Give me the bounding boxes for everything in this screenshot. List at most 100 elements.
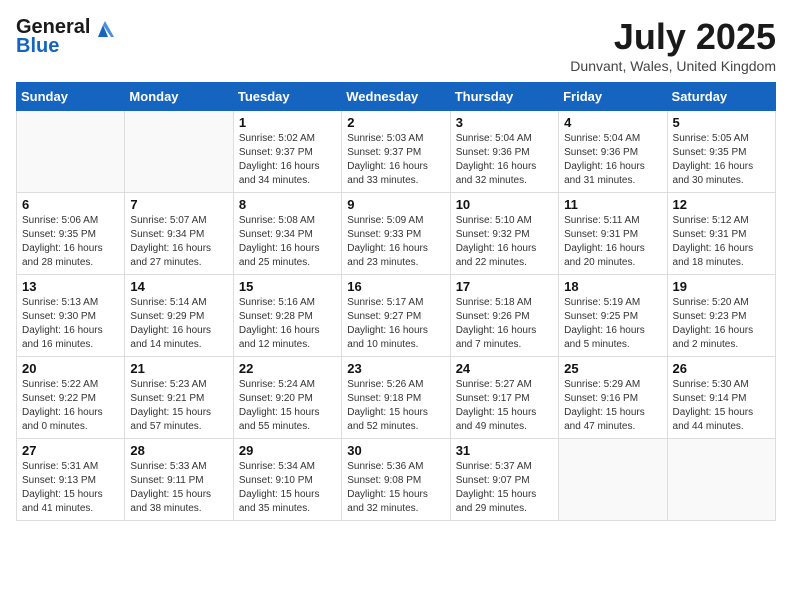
day-number: 23	[347, 361, 444, 376]
day-number: 10	[456, 197, 553, 212]
day-info: Sunrise: 5:20 AM Sunset: 9:23 PM Dayligh…	[673, 296, 770, 352]
calendar-cell: 10 Sunrise: 5:10 AM Sunset: 9:32 PM Dayli…	[450, 193, 558, 275]
day-number: 28	[130, 443, 227, 458]
calendar-cell: 16 Sunrise: 5:17 AM Sunset: 9:27 PM Dayli…	[342, 275, 450, 357]
calendar-cell: 25 Sunrise: 5:29 AM Sunset: 9:16 PM Dayli…	[559, 357, 667, 439]
calendar-cell	[559, 439, 667, 521]
day-info: Sunrise: 5:31 AM Sunset: 9:13 PM Dayligh…	[22, 460, 119, 516]
day-info: Sunrise: 5:27 AM Sunset: 9:17 PM Dayligh…	[456, 378, 553, 434]
logo: General Blue	[16, 16, 114, 58]
calendar-header-wednesday: Wednesday	[342, 83, 450, 111]
day-number: 16	[347, 279, 444, 294]
calendar-cell: 23 Sunrise: 5:26 AM Sunset: 9:18 PM Dayli…	[342, 357, 450, 439]
calendar-cell: 26 Sunrise: 5:30 AM Sunset: 9:14 PM Dayli…	[667, 357, 775, 439]
calendar-cell: 18 Sunrise: 5:19 AM Sunset: 9:25 PM Dayli…	[559, 275, 667, 357]
calendar-header-monday: Monday	[125, 83, 233, 111]
calendar-cell: 31Sunrise: 5:37 AM Sunset: 9:07 PM Dayli…	[450, 439, 558, 521]
day-info: Sunrise: 5:05 AM Sunset: 9:35 PM Dayligh…	[673, 132, 770, 188]
day-number: 22	[239, 361, 336, 376]
calendar-week-5: 27 Sunrise: 5:31 AM Sunset: 9:13 PM Dayli…	[17, 439, 776, 521]
calendar-cell	[125, 111, 233, 193]
day-number: 19	[673, 279, 770, 294]
calendar-cell: 30 Sunrise: 5:36 AM Sunset: 9:08 PM Dayli…	[342, 439, 450, 521]
day-info: Sunrise: 5:10 AM Sunset: 9:32 PM Dayligh…	[456, 214, 553, 270]
day-number: 30	[347, 443, 444, 458]
calendar-cell: 29 Sunrise: 5:34 AM Sunset: 9:10 PM Dayli…	[233, 439, 341, 521]
day-info: Sunrise: 5:09 AM Sunset: 9:33 PM Dayligh…	[347, 214, 444, 270]
day-info: Sunrise: 5:33 AM Sunset: 9:11 PM Dayligh…	[130, 460, 227, 516]
day-info: Sunrise: 5:30 AM Sunset: 9:14 PM Dayligh…	[673, 378, 770, 434]
day-info: Sunrise: 5:12 AM Sunset: 9:31 PM Dayligh…	[673, 214, 770, 270]
day-number: 27	[22, 443, 119, 458]
logo-blue-text: Blue	[16, 35, 59, 58]
calendar-cell: 11Sunrise: 5:11 AM Sunset: 9:31 PM Dayli…	[559, 193, 667, 275]
day-number: 7	[130, 197, 227, 212]
day-number: 5	[673, 115, 770, 130]
day-info: Sunrise: 5:16 AM Sunset: 9:28 PM Dayligh…	[239, 296, 336, 352]
day-info: Sunrise: 5:03 AM Sunset: 9:37 PM Dayligh…	[347, 132, 444, 188]
calendar-week-2: 6Sunrise: 5:06 AM Sunset: 9:35 PM Daylig…	[17, 193, 776, 275]
calendar-cell: 4 Sunrise: 5:04 AM Sunset: 9:36 PM Daylig…	[559, 111, 667, 193]
day-number: 2	[347, 115, 444, 130]
calendar-cell: 8 Sunrise: 5:08 AM Sunset: 9:34 PM Daylig…	[233, 193, 341, 275]
day-number: 4	[564, 115, 661, 130]
calendar-header-thursday: Thursday	[450, 83, 558, 111]
day-info: Sunrise: 5:26 AM Sunset: 9:18 PM Dayligh…	[347, 378, 444, 434]
calendar-cell	[667, 439, 775, 521]
calendar-header-friday: Friday	[559, 83, 667, 111]
day-number: 6	[22, 197, 119, 212]
day-info: Sunrise: 5:37 AM Sunset: 9:07 PM Dayligh…	[456, 460, 553, 516]
calendar-cell: 12Sunrise: 5:12 AM Sunset: 9:31 PM Dayli…	[667, 193, 775, 275]
calendar-cell: 7 Sunrise: 5:07 AM Sunset: 9:34 PM Daylig…	[125, 193, 233, 275]
title-block: July 2025 Dunvant, Wales, United Kingdom	[570, 16, 776, 74]
day-info: Sunrise: 5:36 AM Sunset: 9:08 PM Dayligh…	[347, 460, 444, 516]
calendar-cell: 1Sunrise: 5:02 AM Sunset: 9:37 PM Daylig…	[233, 111, 341, 193]
calendar-cell: 19 Sunrise: 5:20 AM Sunset: 9:23 PM Dayli…	[667, 275, 775, 357]
day-number: 21	[130, 361, 227, 376]
day-number: 18	[564, 279, 661, 294]
day-info: Sunrise: 5:04 AM Sunset: 9:36 PM Dayligh…	[456, 132, 553, 188]
calendar-header-tuesday: Tuesday	[233, 83, 341, 111]
day-info: Sunrise: 5:34 AM Sunset: 9:10 PM Dayligh…	[239, 460, 336, 516]
calendar-cell: 24Sunrise: 5:27 AM Sunset: 9:17 PM Dayli…	[450, 357, 558, 439]
day-number: 13	[22, 279, 119, 294]
day-number: 1	[239, 115, 336, 130]
day-number: 26	[673, 361, 770, 376]
calendar-cell: 2 Sunrise: 5:03 AM Sunset: 9:37 PM Daylig…	[342, 111, 450, 193]
calendar-cell: 27 Sunrise: 5:31 AM Sunset: 9:13 PM Dayli…	[17, 439, 125, 521]
day-number: 20	[22, 361, 119, 376]
day-number: 25	[564, 361, 661, 376]
day-number: 29	[239, 443, 336, 458]
calendar: SundayMondayTuesdayWednesdayThursdayFrid…	[16, 82, 776, 521]
day-info: Sunrise: 5:23 AM Sunset: 9:21 PM Dayligh…	[130, 378, 227, 434]
calendar-cell: 22 Sunrise: 5:24 AM Sunset: 9:20 PM Dayli…	[233, 357, 341, 439]
calendar-week-3: 13Sunrise: 5:13 AM Sunset: 9:30 PM Dayli…	[17, 275, 776, 357]
day-info: Sunrise: 5:04 AM Sunset: 9:36 PM Dayligh…	[564, 132, 661, 188]
day-number: 11	[564, 197, 661, 212]
calendar-cell	[17, 111, 125, 193]
calendar-cell: 6Sunrise: 5:06 AM Sunset: 9:35 PM Daylig…	[17, 193, 125, 275]
day-info: Sunrise: 5:17 AM Sunset: 9:27 PM Dayligh…	[347, 296, 444, 352]
day-info: Sunrise: 5:19 AM Sunset: 9:25 PM Dayligh…	[564, 296, 661, 352]
calendar-cell: 3 Sunrise: 5:04 AM Sunset: 9:36 PM Daylig…	[450, 111, 558, 193]
calendar-cell: 17Sunrise: 5:18 AM Sunset: 9:26 PM Dayli…	[450, 275, 558, 357]
calendar-cell: 14Sunrise: 5:14 AM Sunset: 9:29 PM Dayli…	[125, 275, 233, 357]
day-info: Sunrise: 5:22 AM Sunset: 9:22 PM Dayligh…	[22, 378, 119, 434]
day-info: Sunrise: 5:24 AM Sunset: 9:20 PM Dayligh…	[239, 378, 336, 434]
day-number: 8	[239, 197, 336, 212]
calendar-cell: 15Sunrise: 5:16 AM Sunset: 9:28 PM Dayli…	[233, 275, 341, 357]
location: Dunvant, Wales, United Kingdom	[570, 58, 776, 74]
calendar-header-saturday: Saturday	[667, 83, 775, 111]
calendar-cell: 21 Sunrise: 5:23 AM Sunset: 9:21 PM Dayli…	[125, 357, 233, 439]
day-info: Sunrise: 5:29 AM Sunset: 9:16 PM Dayligh…	[564, 378, 661, 434]
calendar-cell: 13Sunrise: 5:13 AM Sunset: 9:30 PM Dayli…	[17, 275, 125, 357]
page-header: General Blue July 2025 Dunvant, Wales, U…	[16, 16, 776, 74]
day-info: Sunrise: 5:08 AM Sunset: 9:34 PM Dayligh…	[239, 214, 336, 270]
month-title: July 2025	[570, 16, 776, 58]
day-info: Sunrise: 5:07 AM Sunset: 9:34 PM Dayligh…	[130, 214, 227, 270]
day-number: 3	[456, 115, 553, 130]
day-number: 14	[130, 279, 227, 294]
calendar-cell: 9Sunrise: 5:09 AM Sunset: 9:33 PM Daylig…	[342, 193, 450, 275]
logo-icon	[92, 17, 114, 39]
day-info: Sunrise: 5:18 AM Sunset: 9:26 PM Dayligh…	[456, 296, 553, 352]
